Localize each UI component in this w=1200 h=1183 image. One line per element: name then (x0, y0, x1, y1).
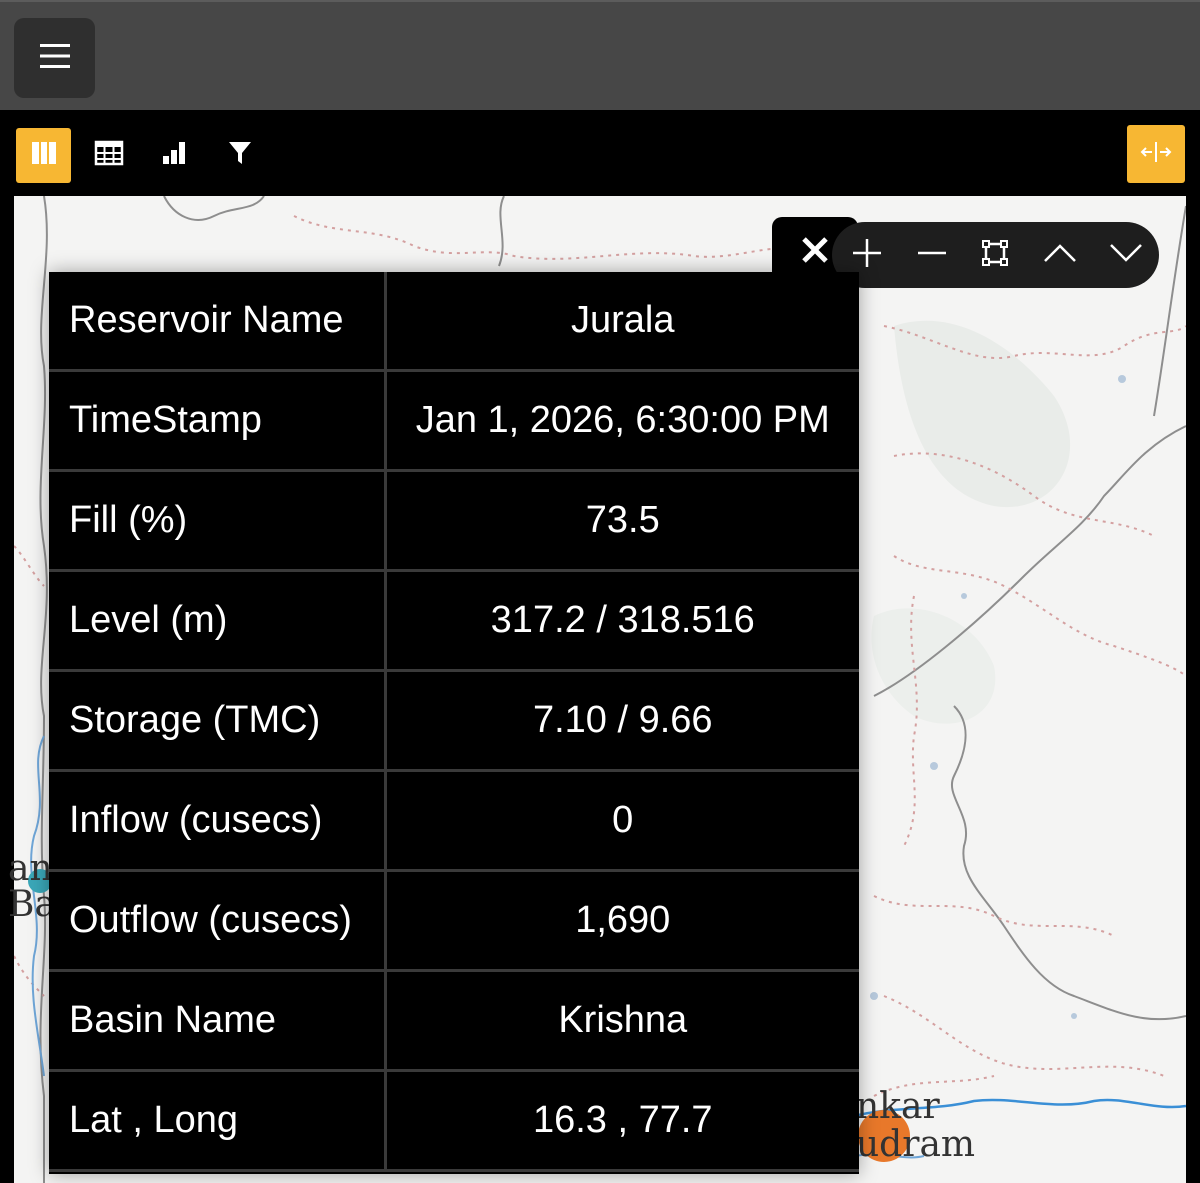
info-label: Lat , Long (49, 1069, 387, 1172)
reservoir-info-table: Reservoir Name Jurala TimeStamp Jan 1, 2026… (49, 272, 859, 1172)
info-row: Inflow (cusecs) 0 (49, 769, 859, 872)
map-label-right-top: nkar (856, 1086, 940, 1127)
info-value: Jan 1, 2026, 6:30:00 PM (383, 369, 859, 472)
expand-panel-button[interactable] (1127, 125, 1185, 183)
map-icon (30, 139, 58, 172)
info-value: Jurala (383, 272, 859, 372)
info-row: Lat , Long 16.3 , 77.7 (49, 1069, 859, 1172)
fit-bounds-button[interactable] (965, 222, 1025, 288)
info-value: 73.5 (383, 469, 859, 572)
horizontal-expand-icon (1140, 140, 1172, 169)
map-label-right-bottom: udram (856, 1124, 976, 1165)
info-value: 1,690 (383, 869, 859, 972)
info-label: TimeStamp (49, 369, 387, 472)
info-row: Reservoir Name Jurala (49, 272, 859, 372)
info-label: Level (m) (49, 569, 387, 672)
chart-view-button[interactable] (146, 128, 201, 183)
fit-bounds-icon (981, 239, 1009, 272)
map-label-left-top: an (8, 848, 53, 889)
info-label: Inflow (cusecs) (49, 769, 387, 872)
info-row: Fill (%) 73.5 (49, 469, 859, 572)
info-label: Basin Name (49, 969, 387, 1072)
hamburger-icon (38, 42, 72, 75)
info-value: 317.2 / 318.516 (383, 569, 859, 672)
info-value: Krishna (383, 969, 859, 1072)
info-row: TimeStamp Jan 1, 2026, 6:30:00 PM (49, 369, 859, 472)
previous-button[interactable] (1030, 222, 1090, 288)
menu-button[interactable] (14, 18, 95, 98)
zoom-in-icon (851, 237, 883, 274)
close-popup-button[interactable] (795, 230, 835, 274)
info-value: 7.10 / 9.66 (383, 669, 859, 772)
filter-button[interactable] (212, 128, 267, 183)
info-value: 0 (383, 769, 859, 872)
info-row: Basin Name Krishna (49, 969, 859, 1072)
close-icon (800, 235, 830, 270)
view-toolbar (0, 110, 1200, 196)
previous-icon (1042, 241, 1078, 270)
bar-chart-icon (160, 139, 188, 172)
info-row: Storage (TMC) 7.10 / 9.66 (49, 669, 859, 772)
table-icon (94, 139, 124, 172)
map-controls (832, 222, 1159, 288)
table-view-button[interactable] (81, 128, 136, 183)
info-label: Reservoir Name (49, 272, 387, 372)
info-label: Storage (TMC) (49, 669, 387, 772)
next-icon (1108, 241, 1144, 270)
filter-icon (226, 139, 254, 172)
next-button[interactable] (1096, 222, 1156, 288)
info-label: Outflow (cusecs) (49, 869, 387, 972)
info-row: Outflow (cusecs) 1,690 (49, 869, 859, 972)
app-header (0, 0, 1200, 110)
map-view-button[interactable] (16, 128, 71, 183)
info-row: Level (m) 317.2 / 318.516 (49, 569, 859, 672)
reservoir-info-popup: Reservoir Name Jurala TimeStamp Jan 1, 2026… (49, 272, 859, 1174)
zoom-out-icon (916, 237, 948, 274)
info-label: Fill (%) (49, 469, 387, 572)
zoom-out-button[interactable] (902, 222, 962, 288)
info-value: 16.3 , 77.7 (383, 1069, 859, 1172)
